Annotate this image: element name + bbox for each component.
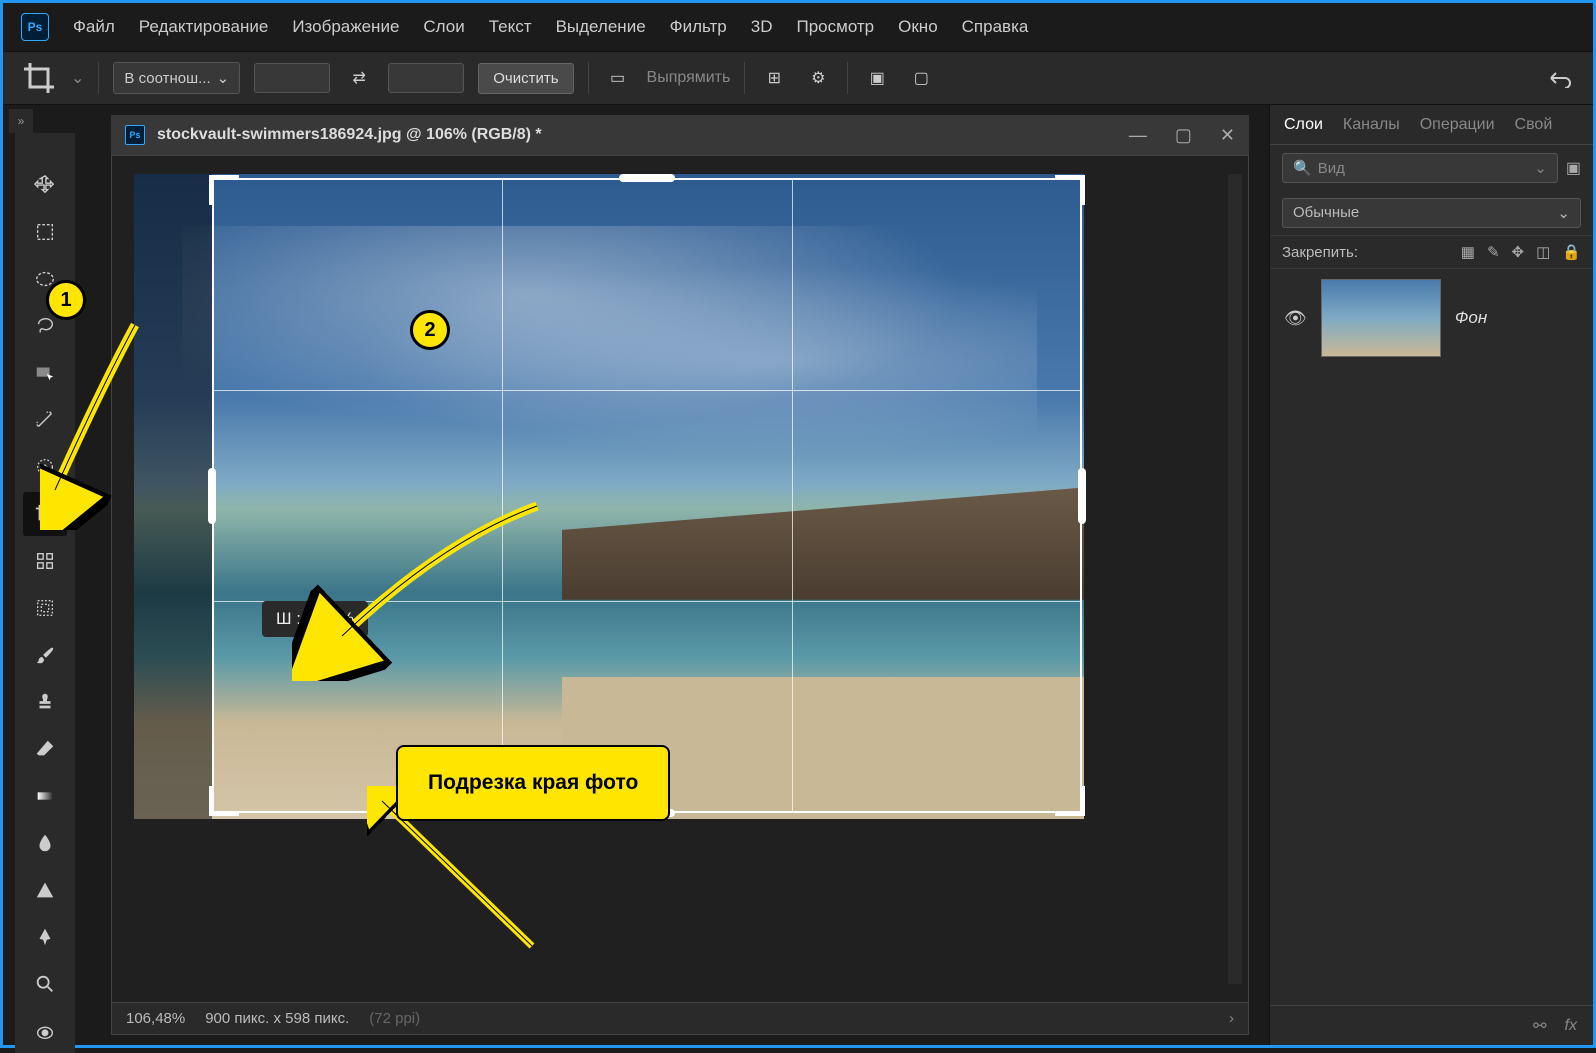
filter-icon[interactable]: ▣ <box>1566 158 1581 178</box>
layer-search[interactable]: 🔍 Вид ⌄ <box>1282 153 1558 183</box>
clear-button[interactable]: Очистить <box>478 63 573 94</box>
fx-icon[interactable]: fx <box>1565 1017 1577 1035</box>
doc-ppi: (72 ppi) <box>369 1010 420 1027</box>
menu-text[interactable]: Текст <box>489 17 532 37</box>
lock-all-icon[interactable]: 🔒 <box>1562 243 1581 261</box>
hand-tool[interactable] <box>23 1009 67 1053</box>
document-body[interactable]: Ш : 91,4% 106,48% 900 пикс. x 598 пикс. … <box>111 155 1249 1035</box>
panels: Слои Каналы Операции Свой 🔍 Вид ⌄ ▣ Обыч… <box>1269 105 1593 1045</box>
minimize-icon[interactable]: — <box>1129 125 1147 146</box>
tab-actions[interactable]: Операции <box>1420 116 1495 134</box>
annotation-callout: Подрезка края фото <box>396 745 670 821</box>
tab-properties[interactable]: Свой <box>1515 116 1553 134</box>
menu-select[interactable]: Выделение <box>556 17 646 37</box>
content-aware-icon[interactable]: ▢ <box>906 63 936 93</box>
crop-corner-bl[interactable] <box>209 786 239 816</box>
eraser-tool[interactable] <box>23 727 67 771</box>
sampler-tool[interactable] <box>23 539 67 583</box>
zoom-tool[interactable] <box>23 962 67 1006</box>
chevron-down-icon: ⌄ <box>1557 204 1570 222</box>
ps-doc-icon: Ps <box>125 125 145 145</box>
frame-tool[interactable] <box>23 586 67 630</box>
lock-move-icon[interactable]: ✥ <box>1512 243 1525 261</box>
crop-height-input[interactable] <box>388 63 464 93</box>
canvas-area: Ps stockvault-swimmers186924.jpg @ 106% … <box>91 105 1269 1045</box>
close-icon[interactable]: ✕ <box>1220 125 1235 146</box>
menu-layers[interactable]: Слои <box>423 17 464 37</box>
panel-tabs: Слои Каналы Операции Свой <box>1270 105 1593 145</box>
crop-handle-right[interactable] <box>1078 468 1086 524</box>
brush-tool[interactable] <box>23 633 67 677</box>
crop-corner-tr[interactable] <box>1055 175 1085 205</box>
options-bar: ⌄ В соотнош...⌄ ⇄ Очистить ▭ Выпрямить ⊞… <box>3 51 1593 105</box>
annotation-marker-2: 2 <box>410 310 450 350</box>
status-bar: 106,48% 900 пикс. x 598 пикс. (72 ppi) › <box>112 1002 1248 1034</box>
toolbar-collapse[interactable]: » <box>9 109 33 133</box>
menu-file[interactable]: Файл <box>73 17 115 37</box>
menu-view[interactable]: Просмотр <box>797 17 875 37</box>
layer-thumbnail[interactable] <box>1321 279 1441 357</box>
zoom-level[interactable]: 106,48% <box>126 1010 185 1027</box>
chevron-down-icon: ⌄ <box>1534 159 1547 177</box>
maximize-icon[interactable]: ▢ <box>1175 125 1192 146</box>
layer-name[interactable]: Фон <box>1455 308 1487 328</box>
menu-3d[interactable]: 3D <box>751 17 773 37</box>
doc-dimensions: 900 пикс. x 598 пикс. <box>205 1010 349 1027</box>
delete-pixels-icon[interactable]: ▣ <box>862 63 892 93</box>
gear-icon[interactable]: ⚙ <box>803 63 833 93</box>
crop-handle-top[interactable] <box>619 174 675 182</box>
visibility-icon[interactable]: 👁 <box>1284 308 1307 329</box>
stamp-tool[interactable] <box>23 680 67 724</box>
chevron-down-icon: ⌄ <box>217 69 230 87</box>
menu-edit[interactable]: Редактирование <box>139 17 269 37</box>
ratio-dropdown[interactable]: В соотнош...⌄ <box>113 62 240 94</box>
link-icon[interactable]: ⚯ <box>1533 1016 1546 1036</box>
grid-icon[interactable]: ⊞ <box>759 63 789 93</box>
swap-icon[interactable]: ⇄ <box>344 63 374 93</box>
lock-paint-icon[interactable]: ✎ <box>1487 243 1500 261</box>
move-tool[interactable] <box>23 163 67 207</box>
tab-layers[interactable]: Слои <box>1284 116 1323 134</box>
crop-width-input[interactable] <box>254 63 330 93</box>
menu-window[interactable]: Окно <box>898 17 938 37</box>
crop-corner-br[interactable] <box>1055 786 1085 816</box>
scroll-right-icon[interactable]: › <box>1229 1010 1234 1027</box>
blend-mode-dropdown[interactable]: Обычные⌄ <box>1282 198 1581 228</box>
vertical-scrollbar[interactable] <box>1228 174 1242 984</box>
document-titlebar: Ps stockvault-swimmers186924.jpg @ 106% … <box>111 115 1249 155</box>
blur-tool[interactable] <box>23 821 67 865</box>
lock-transparency-icon[interactable]: ▦ <box>1461 243 1475 261</box>
annotation-arrow-2 <box>292 481 572 681</box>
menubar: Ps Файл Редактирование Изображение Слои … <box>3 3 1593 51</box>
annotation-marker-1: 1 <box>46 280 86 320</box>
toolbar <box>15 133 75 1053</box>
lock-label: Закрепить: <box>1282 244 1358 261</box>
annotation-arrow-1 <box>40 310 160 530</box>
pen-tool[interactable] <box>23 915 67 959</box>
straighten-label[interactable]: Выпрямить <box>647 69 731 87</box>
chevron-down-icon[interactable]: ⌄ <box>71 68 84 88</box>
triangle-tool[interactable] <box>23 868 67 912</box>
ps-logo-icon: Ps <box>21 13 49 41</box>
menu-filter[interactable]: Фильтр <box>670 17 727 37</box>
menu-image[interactable]: Изображение <box>292 17 399 37</box>
menu-help[interactable]: Справка <box>962 17 1029 37</box>
undo-icon[interactable] <box>1545 63 1575 93</box>
search-icon: 🔍 <box>1293 159 1312 177</box>
straighten-icon[interactable]: ▭ <box>603 63 633 93</box>
crop-corner-tl[interactable] <box>209 175 239 205</box>
lock-crop-icon[interactable]: ◫ <box>1536 243 1550 261</box>
tool-indicator-crop-icon <box>21 60 57 96</box>
gradient-tool[interactable] <box>23 774 67 818</box>
marquee-tool[interactable] <box>23 210 67 254</box>
layer-item[interactable]: 👁 Фон <box>1270 269 1593 367</box>
panel-footer: ⚯ fx <box>1270 1005 1593 1045</box>
document-title: stockvault-swimmers186924.jpg @ 106% (RG… <box>157 126 542 144</box>
tab-channels[interactable]: Каналы <box>1343 116 1400 134</box>
crop-handle-left[interactable] <box>208 468 216 524</box>
